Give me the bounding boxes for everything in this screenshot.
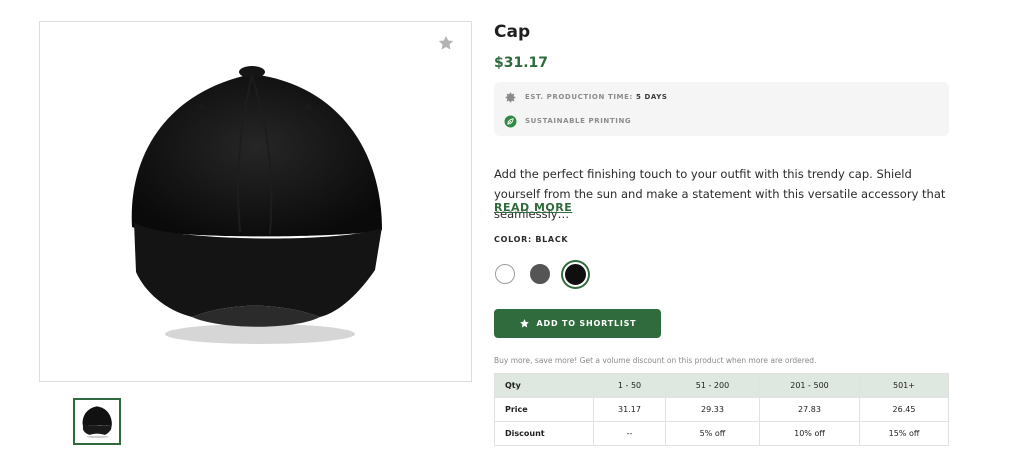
production-info-box: EST. PRODUCTION TIME: 5 DAYS SUSTAINABLE… (494, 82, 949, 136)
table-cell: Price (494, 397, 594, 422)
add-to-shortlist-button[interactable]: ADD TO SHORTLIST (494, 309, 661, 338)
table-cell: 5% off (665, 421, 760, 446)
color-swatch-grey[interactable] (530, 264, 550, 284)
table-cell: 27.83 (759, 397, 860, 422)
add-to-shortlist-label: ADD TO SHORTLIST (536, 319, 637, 328)
table-header-cell: 1 - 50 (593, 373, 666, 398)
table-cell: Discount (494, 421, 594, 446)
table-cell: 10% off (759, 421, 860, 446)
cap-thumbnail-image (82, 406, 112, 439)
color-swatch-black[interactable] (563, 262, 588, 287)
volume-pricing-table: Qty 1 - 50 51 - 200 201 - 500 501+ Price… (494, 373, 949, 446)
table-cell: 15% off (859, 421, 949, 446)
color-swatch-white[interactable] (495, 264, 515, 284)
product-main-image (39, 21, 472, 382)
table-cell: -- (593, 421, 666, 446)
sustainable-printing-row: SUSTAINABLE PRINTING (503, 114, 631, 128)
read-more-link[interactable]: READ MORE (494, 201, 572, 214)
product-price: $31.17 (494, 55, 549, 71)
production-time-label: EST. PRODUCTION TIME: (525, 93, 633, 101)
table-cell: 26.45 (859, 397, 949, 422)
table-row: Discount -- 5% off 10% off 15% off (494, 421, 949, 446)
color-label: COLOR: BLACK (494, 235, 569, 244)
table-header-cell: 501+ (859, 373, 949, 398)
volume-discount-note: Buy more, save more! Get a volume discou… (494, 356, 817, 365)
product-title: Cap (494, 22, 531, 42)
favorite-star-icon[interactable] (437, 34, 455, 52)
product-description: Add the perfect finishing touch to your … (494, 167, 946, 221)
table-header-row: Qty 1 - 50 51 - 200 201 - 500 501+ (494, 373, 949, 398)
table-header-cell: Qty (494, 373, 594, 398)
production-time-value: 5 DAYS (635, 93, 668, 101)
gear-icon (503, 90, 517, 104)
star-icon (519, 319, 529, 328)
table-header-cell: 201 - 500 (759, 373, 860, 398)
table-row: Price 31.17 29.33 27.83 26.45 (494, 397, 949, 422)
cap-image (131, 66, 382, 344)
table-cell: 31.17 (593, 397, 666, 422)
production-time-row: EST. PRODUCTION TIME: 5 DAYS (503, 90, 668, 104)
product-thumbnail[interactable] (73, 398, 121, 445)
table-cell: 29.33 (665, 397, 760, 422)
table-header-cell: 51 - 200 (665, 373, 760, 398)
sustainable-printing-label: SUSTAINABLE PRINTING (525, 117, 632, 125)
leaf-icon (503, 114, 517, 128)
